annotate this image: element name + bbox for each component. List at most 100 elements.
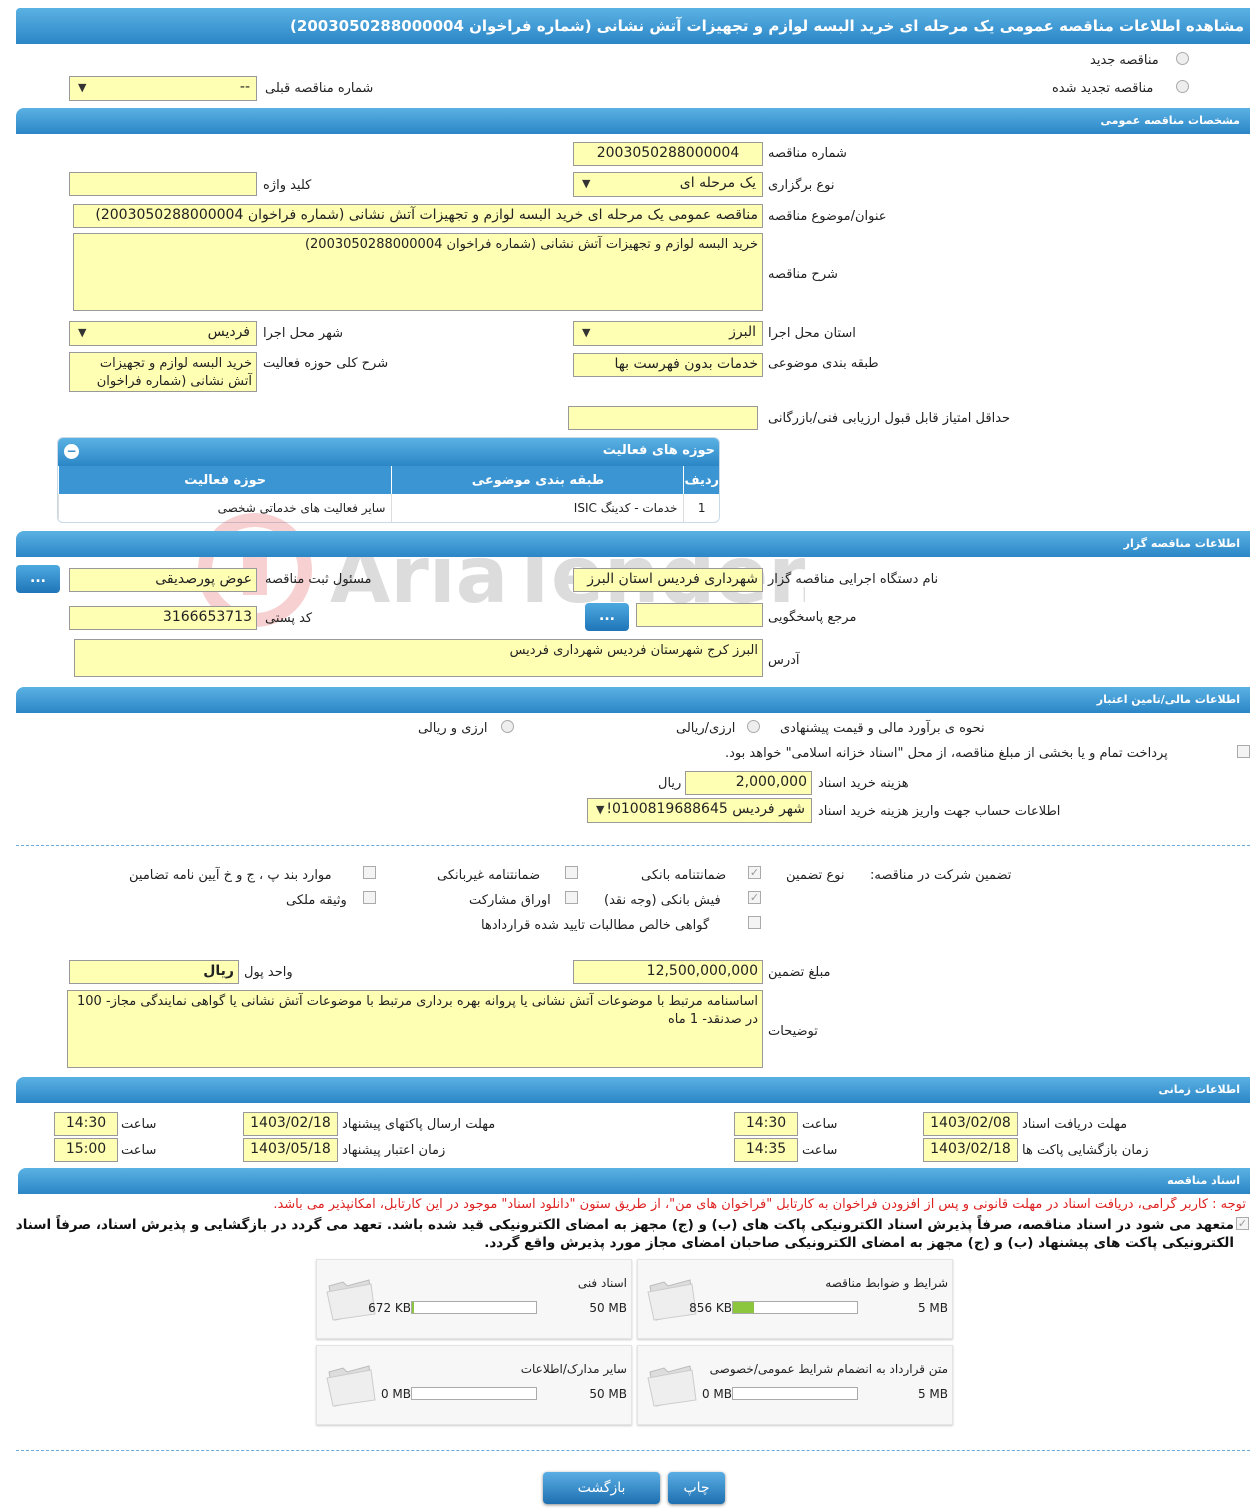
print-button[interactable]: چاپ: [668, 1472, 725, 1504]
subject-field: مناقصه عمومی یک مرحله ای خرید البسه لواز…: [73, 204, 763, 228]
account-select[interactable]: شهر فردیس 0100819688645! ▼: [587, 798, 812, 823]
doc-size: 0 MB: [701, 1387, 732, 1401]
doc-fee-label: هزینه خرید اسناد: [818, 776, 909, 791]
notes-label: توضیحات: [768, 1024, 818, 1039]
commit-text: متعهد می شود در اسناد مناقصه، صرفاً پذیر…: [15, 1217, 1234, 1251]
postal-code-field: 3166653713: [69, 606, 257, 630]
doc-max-size: 50 MB: [589, 1301, 627, 1315]
doc-max-size: 5 MB: [917, 1387, 948, 1401]
province-label: استان محل اجرا: [768, 326, 856, 341]
chevron-down-icon: ▼: [582, 177, 591, 190]
keyword-field: [69, 172, 257, 196]
doc-size: 856 KB: [689, 1301, 732, 1315]
th-row: ردیف: [683, 466, 719, 494]
guarantee-amount-field: 12,500,000,000: [573, 960, 763, 984]
city-select[interactable]: فردیس ▼: [69, 321, 257, 346]
bank-guarantee-label: ضمانتنامه بانکی: [641, 868, 727, 883]
doc-time-label: ساعت: [802, 1117, 838, 1132]
doc-card-other[interactable]: سایر مدارک/اطلاعات 0 MB 50 MB: [316, 1345, 632, 1425]
prev-number-select[interactable]: -- ▼: [69, 76, 257, 101]
validity-date: 1403/05/18: [243, 1138, 338, 1162]
province-select[interactable]: البرز ▼: [573, 321, 763, 346]
bonds-checkbox[interactable]: [565, 891, 578, 904]
doc-max-size: 50 MB: [589, 1387, 627, 1401]
section-timing: اطلاعات زمانی: [16, 1077, 1250, 1103]
city-label: شهر محل اجرا: [263, 326, 343, 341]
new-tender-radio[interactable]: [1176, 52, 1189, 65]
cash-checkbox[interactable]: ✓: [748, 891, 761, 904]
receivables-label: گواهی خالص مطالبات تایید شده قراردادها: [481, 918, 710, 933]
opening-time-label: ساعت: [802, 1143, 838, 1158]
receivables-checkbox[interactable]: [748, 916, 761, 929]
tender-number-label: شماره مناقصه: [768, 146, 847, 161]
doc-card-contract[interactable]: متن قرارداد به انضمام شرایط عمومی/خصوصی …: [637, 1345, 953, 1425]
doc-title: شرایط و ضوابط مناقصه: [825, 1276, 948, 1290]
renewed-tender-radio[interactable]: [1176, 80, 1189, 93]
officer-label: مسئول ثبت مناقصه: [265, 572, 372, 587]
description-label: شرح مناقصه: [768, 267, 838, 282]
bank-guarantee-checkbox[interactable]: ✓: [748, 866, 761, 879]
rial-radio[interactable]: [747, 720, 760, 733]
doc-title: سایر مدارک/اطلاعات: [520, 1362, 627, 1376]
validity-label: زمان اعتبار پیشنهاد: [342, 1143, 446, 1158]
address-label: آدرس: [768, 653, 800, 668]
treasury-checkbox[interactable]: [1237, 745, 1250, 758]
nonbank-guarantee-checkbox[interactable]: [565, 866, 578, 879]
bonds-label: اوراق مشارکت: [469, 893, 551, 908]
chevron-down-icon: ▼: [582, 326, 591, 339]
doc-card-technical[interactable]: اسناد فنی 672 KB 50 MB: [316, 1259, 632, 1339]
chevron-down-icon: ▼: [596, 803, 605, 816]
doc-fee-currency: ریال: [658, 776, 682, 791]
doc-max-size: 5 MB: [917, 1301, 948, 1315]
currency-unit-field: ریال: [69, 960, 239, 984]
prev-number-value: --: [239, 79, 250, 95]
property-checkbox[interactable]: [363, 891, 376, 904]
doc-progress-bar: [411, 1387, 537, 1400]
folder-icon: [326, 1365, 376, 1407]
reference-field: [636, 603, 763, 627]
th-category: طبقه بندی موضوعی: [391, 466, 684, 494]
prev-number-label: شماره مناقصه قبلی: [265, 81, 374, 96]
organization-label: نام دستگاه اجرایی مناقصه گزار: [768, 572, 939, 587]
opening-time: 14:35: [734, 1138, 798, 1162]
notes-field: اساسنامه مرتبط با موضوعات آتش نشانی یا پ…: [67, 990, 763, 1068]
officer-more-button[interactable]: ...: [16, 565, 60, 593]
doc-deadline-time: 14:30: [734, 1112, 798, 1136]
divider: [16, 1450, 1250, 1451]
renewed-tender-label: مناقصه تجدید شده: [1052, 81, 1154, 96]
section-financial: اطلاعات مالی/تامین اعتبار: [16, 687, 1250, 713]
new-tender-label: مناقصه جدید: [1090, 53, 1159, 68]
currency-unit-label: واحد پول: [244, 965, 293, 980]
address-field: البرز کرج شهرستان فردیس شهرداری فردیس: [74, 639, 763, 677]
documents-note: توجه : کاربر گرامی، دریافت اسناد در مهلت…: [273, 1197, 1246, 1212]
treasury-note: پرداخت تمام و یا بخشی از مبلغ مناقصه، از…: [725, 746, 1168, 761]
min-score-label: حداقل امتیاز قابل قبول ارزیابی فنی/بازرگ…: [768, 411, 1011, 426]
validity-time: 15:00: [54, 1138, 118, 1162]
doc-size: 0 MB: [380, 1387, 411, 1401]
chevron-down-icon: ▼: [78, 81, 87, 94]
rules-label: موارد بند پ ، ج و خ آیین نامه تضامین: [129, 868, 332, 883]
doc-deadline-label: مهلت دریافت اسناد: [1022, 1117, 1128, 1132]
activities-panel-header: حوزه های فعالیت −: [58, 438, 719, 466]
section-documents: اسناد مناقصه: [18, 1168, 1250, 1194]
account-value: شهر فردیس 0100819688645!: [606, 801, 805, 817]
fx-rial-radio[interactable]: [501, 720, 514, 733]
rules-checkbox[interactable]: [363, 866, 376, 879]
doc-deadline-date: 1403/02/08: [923, 1112, 1018, 1136]
guarantee-type-label: نوع تضمین: [786, 868, 845, 883]
category-label: طبقه بندی موضوعی: [768, 356, 879, 371]
doc-progress-fill: [733, 1302, 755, 1313]
commit-checkbox[interactable]: ✓: [1236, 1217, 1249, 1230]
opening-label: زمان بازگشایی پاکت ها: [1022, 1143, 1149, 1158]
city-value: فردیس: [207, 324, 250, 340]
province-value: البرز: [729, 324, 756, 340]
tender-type-label: نوع برگزاری: [768, 178, 835, 193]
tender-type-select[interactable]: یک مرحله ای ▼: [573, 172, 763, 197]
doc-title: اسناد فنی: [577, 1276, 627, 1290]
doc-card-terms[interactable]: شرایط و ضوابط مناقصه 856 KB 5 MB: [637, 1259, 953, 1339]
min-score-field: [568, 406, 758, 430]
collapse-icon[interactable]: −: [64, 444, 79, 459]
submit-deadline-date: 1403/02/18: [243, 1112, 338, 1136]
reference-more-button[interactable]: ...: [585, 603, 629, 631]
back-button[interactable]: بازگشت: [543, 1472, 660, 1504]
